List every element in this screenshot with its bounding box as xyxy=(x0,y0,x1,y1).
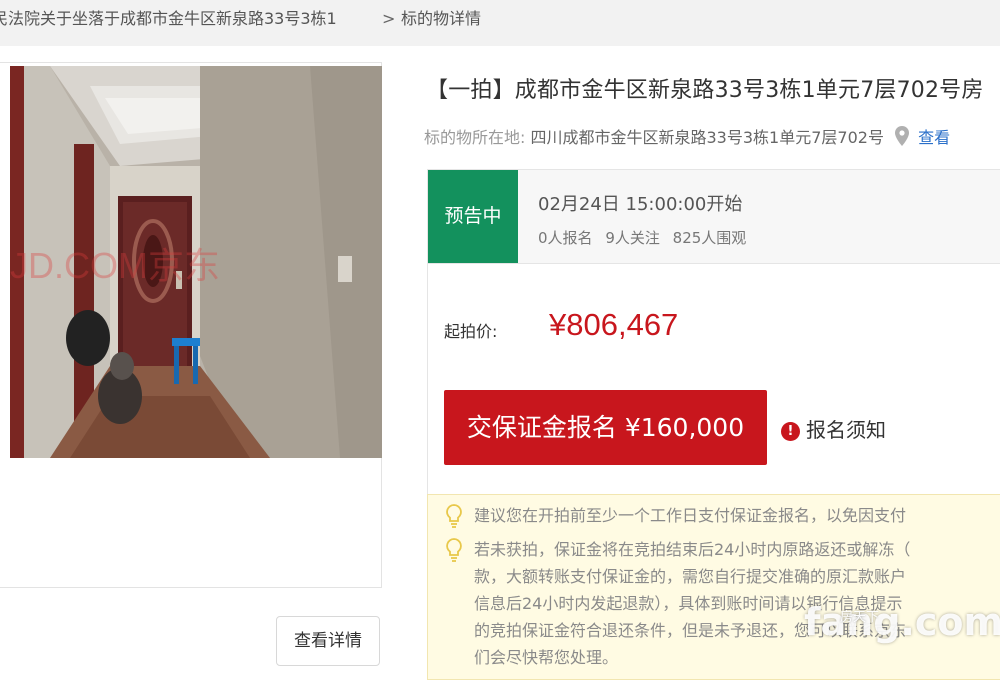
location-row: 标的物所在地: 四川成都市金牛区新泉路33号3栋1单元7层702号 查看 xyxy=(424,124,950,150)
lightbulb-icon xyxy=(446,538,462,562)
tip-text-line: 们会尽快帮您处理。 xyxy=(474,648,619,667)
follower-count: 9人关注 xyxy=(605,229,660,247)
auction-stats: 0人报名 9人关注 825人围观 xyxy=(538,227,754,248)
registration-notice-label: 报名须知 xyxy=(806,418,886,442)
photo-watermark: JD.COM京东 xyxy=(10,245,220,286)
start-price-label: 起拍价: xyxy=(444,322,498,341)
status-badge: 预告中 xyxy=(428,170,518,263)
auction-status-panel: 预告中 02月24日 15:00:00开始 0人报名 9人关注 825人围观 xyxy=(427,169,1000,264)
deposit-tips: 建议您在开拍前至少一个工作日支付保证金报名，以免因支付 若未获拍，保证金将在竞拍… xyxy=(427,494,1000,680)
breadcrumb-court-notice[interactable]: 民法院关于坐落于成都市金牛区新泉路33号3栋1 xyxy=(0,0,337,38)
view-details-button[interactable]: 查看详情 xyxy=(276,616,380,666)
property-photo[interactable]: JD.COM京东 xyxy=(10,66,382,458)
breadcrumb: 民法院关于坐落于成都市金牛区新泉路33号3栋1 > 标的物详情 xyxy=(0,0,1000,46)
tip-text-line: 若未获拍，保证金将在竞拍结束后24小时内原路返还或解冻（ xyxy=(474,540,911,559)
lightbulb-icon xyxy=(446,504,462,528)
breadcrumb-separator: > xyxy=(382,9,396,28)
view-map-link[interactable]: 查看 xyxy=(918,128,950,147)
pricing-panel: 起拍价: ¥806,467 交保证金报名 ¥160,000 ! 报名须知 xyxy=(427,264,1000,496)
view-count: 825人围观 xyxy=(672,229,747,247)
breadcrumb-current: 标的物详情 xyxy=(401,9,482,28)
map-pin-icon[interactable] xyxy=(895,126,910,150)
tip-text-line: 信息后24小时内发起退款），具体到账时间请以银行信息提示 xyxy=(474,594,903,613)
tip-text-line: 款，大额转账支付保证金的，需您自行提交准确的原汇款账户 xyxy=(474,567,907,586)
tip-text: 建议您在开拍前至少一个工作日支付保证金报名，以免因支付 xyxy=(474,506,907,525)
alert-icon: ! xyxy=(781,422,800,441)
location-label: 标的物所在地: xyxy=(424,128,526,147)
pay-deposit-button[interactable]: 交保证金报名 ¥160,000 xyxy=(444,390,767,465)
registration-notice-link[interactable]: ! 报名须知 xyxy=(781,414,886,443)
auction-start-time: 02月24日 15:00:00开始 xyxy=(538,194,743,215)
location-value: 四川成都市金牛区新泉路33号3栋1单元7层702号 xyxy=(530,128,884,147)
tip-text-line: 的竞拍保证金符合退还条件，但是未予退还，您可以联系京东 xyxy=(474,621,907,640)
start-price-value: ¥806,467 xyxy=(549,307,679,342)
signup-count: 0人报名 xyxy=(538,229,593,247)
listing-title: 【一拍】成都市金牛区新泉路33号3栋1单元7层702号房 xyxy=(426,78,984,103)
